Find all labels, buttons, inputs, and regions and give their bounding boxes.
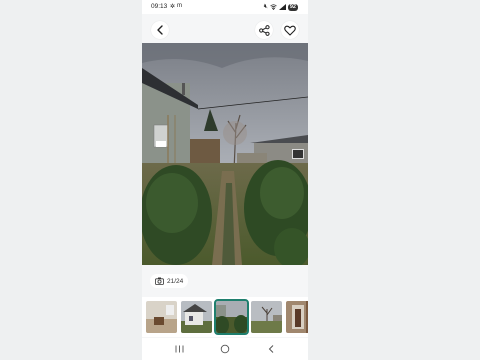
alarm-icon: ✲	[170, 4, 176, 10]
signal-icon	[278, 4, 286, 10]
back-triangle-icon	[268, 345, 274, 353]
back-button[interactable]	[151, 21, 169, 39]
battery-indicator: 92	[287, 3, 298, 11]
recents-icon	[175, 345, 183, 353]
phone-screen: 09:13 ✲ m 🔇︎ 92 21/24	[142, 0, 308, 360]
thumbnail-yard-tree[interactable]	[251, 301, 282, 333]
share-icon	[258, 24, 270, 36]
top-toolbar	[142, 18, 308, 42]
status-time: 09:13	[151, 3, 168, 10]
status-bar: 09:13 ✲ m 🔇︎ 92	[142, 0, 308, 14]
wifi-icon	[270, 4, 277, 10]
thumbnail-strip	[142, 297, 308, 337]
mute-icon: 🔇︎	[263, 3, 268, 10]
thumbnail-garden-path[interactable]	[214, 299, 249, 335]
system-nav-bar	[142, 338, 308, 360]
thumbnail-interior-room[interactable]	[146, 301, 177, 333]
garden-path-photo	[142, 43, 308, 265]
share-button[interactable]	[255, 21, 273, 39]
home-button[interactable]	[217, 342, 233, 356]
thumbnail-house-yard[interactable]	[181, 301, 212, 333]
photo-counter-text: 21/24	[167, 277, 184, 285]
thumbnail-interior-hall[interactable]	[286, 301, 308, 333]
nav-back-button[interactable]	[263, 342, 279, 356]
recents-button[interactable]	[171, 342, 187, 356]
favorite-button[interactable]	[281, 21, 299, 39]
home-icon	[220, 344, 230, 354]
camera-icon	[155, 277, 164, 285]
heart-icon	[284, 25, 296, 36]
status-icons: 🔇︎ 92	[264, 3, 298, 11]
message-icon: m	[177, 3, 182, 9]
main-photo[interactable]	[142, 43, 308, 265]
photo-counter: 21/24	[150, 274, 189, 288]
chevron-left-icon	[157, 25, 163, 35]
